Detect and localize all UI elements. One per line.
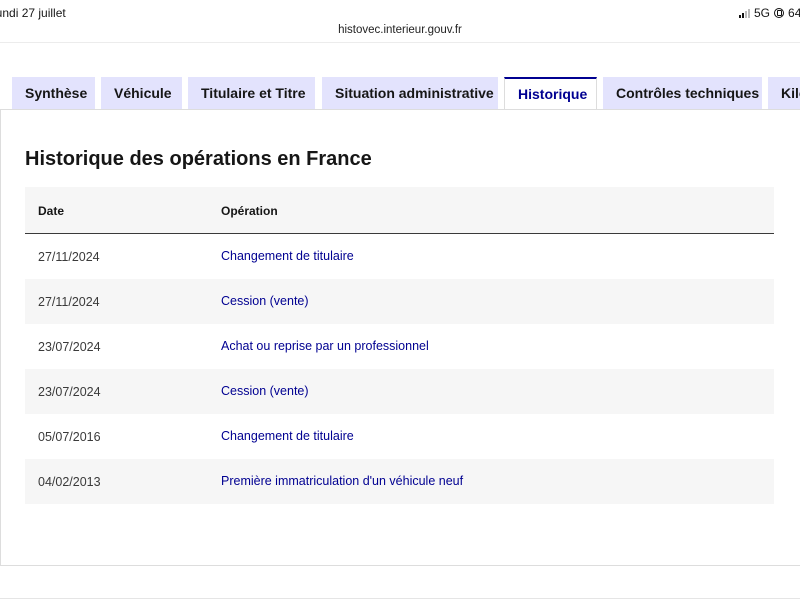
table-row: 23/07/2024 Achat ou reprise par un profe…	[25, 324, 774, 369]
table-row: 05/07/2016 Changement de titulaire	[25, 414, 774, 459]
tab-bar: Synthèse Véhicule Titulaire et Titre Sit…	[0, 77, 800, 110]
tab-synthese[interactable]: Synthèse	[12, 77, 95, 109]
cell-operation: Première immatriculation d'un véhicule n…	[221, 474, 464, 488]
url-text: histovec.interieur.gouv.fr	[338, 24, 462, 36]
page-title: Historique des opérations en France	[25, 148, 372, 170]
cell-operation: Cession (vente)	[221, 384, 309, 398]
tab-situation[interactable]: Situation administrative	[322, 77, 498, 109]
cell-date: 27/11/2024	[38, 250, 100, 264]
cell-date: 27/11/2024	[38, 295, 100, 309]
battery-level: 64	[788, 6, 800, 20]
column-header-date: Date	[38, 204, 65, 218]
tab-historique[interactable]: Historique	[504, 77, 597, 110]
status-indicators: 5G 64	[739, 6, 800, 20]
tab-kilometrage[interactable]: Kilométrage	[768, 77, 800, 109]
network-label: 5G	[754, 6, 771, 20]
status-bar: lundi 27 juillet 5G 64	[0, 0, 800, 24]
tab-vehicule[interactable]: Véhicule	[101, 77, 182, 109]
table-row: 27/11/2024 Cession (vente)	[25, 279, 774, 324]
table-header: Date Opération	[25, 187, 774, 234]
cell-date: 23/07/2024	[38, 340, 101, 354]
cell-operation: Changement de titulaire	[221, 249, 354, 263]
divider	[0, 598, 800, 599]
column-header-operation: Opération	[221, 204, 278, 218]
status-time: lundi 27 juillet	[0, 6, 66, 20]
table-row: 23/07/2024 Cession (vente)	[25, 369, 774, 414]
operations-table: Date Opération 27/11/2024 Changement de …	[25, 187, 774, 504]
cell-operation: Cession (vente)	[221, 294, 309, 308]
tab-controles[interactable]: Contrôles techniques	[603, 77, 762, 109]
cell-operation: Changement de titulaire	[221, 429, 354, 443]
tab-titulaire[interactable]: Titulaire et Titre	[188, 77, 315, 109]
address-bar[interactable]: histovec.interieur.gouv.fr	[0, 22, 800, 42]
cell-date: 05/07/2016	[38, 430, 101, 444]
table-row: 04/02/2013 Première immatriculation d'un…	[25, 459, 774, 504]
cell-operation: Achat ou reprise par un professionnel	[221, 339, 429, 353]
cell-date: 23/07/2024	[38, 385, 101, 399]
divider	[0, 42, 800, 43]
orientation-lock-icon	[774, 8, 785, 18]
cell-date: 04/02/2013	[38, 475, 101, 489]
signal-icon	[739, 8, 750, 18]
table-row: 27/11/2024 Changement de titulaire	[25, 234, 774, 279]
